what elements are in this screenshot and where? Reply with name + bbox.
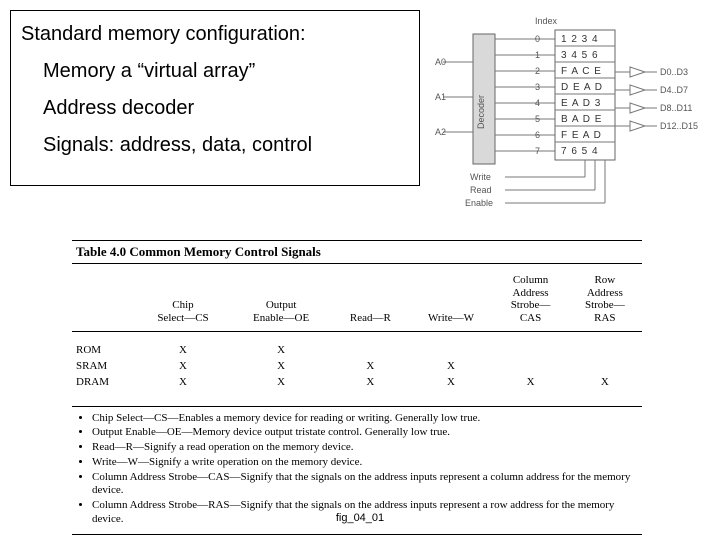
cell: X	[136, 358, 230, 374]
idx-5: 5	[535, 114, 540, 124]
cell: X	[230, 342, 332, 358]
mem-row-5: B A D E	[561, 114, 602, 125]
addr-a1: A1	[435, 92, 446, 102]
cell-label: ROM	[72, 342, 136, 358]
th-ras: RowAddressStrobe—RAS	[568, 264, 642, 331]
ctrl-enable: Enable	[465, 198, 493, 208]
idx-6: 6	[535, 130, 540, 140]
cell: X	[409, 374, 494, 390]
cell-label: SRAM	[72, 358, 136, 374]
cell: X	[493, 374, 567, 390]
ctrl-read: Read	[470, 185, 492, 195]
idx-4: 4	[535, 98, 540, 108]
note-item: Write—W—Signify a write operation on the…	[92, 456, 640, 470]
memory-diagram: Decoder A0 A1 A2 Index 0 1 2 3 4 5 6 7 1…	[435, 12, 705, 217]
cell: X	[230, 358, 332, 374]
cell	[568, 358, 642, 374]
cell: X	[409, 358, 494, 374]
cell	[332, 342, 408, 358]
idx-0: 0	[535, 34, 540, 44]
index-label: Index	[535, 16, 558, 26]
dout-1: D4..D7	[660, 85, 688, 95]
note-item: Read—R—Signify a read operation on the m…	[92, 441, 640, 455]
intro-text-box: Standard memory configuration: Memory a …	[10, 10, 420, 186]
mem-row-1: 3 4 5 6	[561, 50, 599, 61]
th-r: Read—R	[332, 264, 408, 331]
cell	[409, 342, 494, 358]
cell: X	[136, 342, 230, 358]
cell-label: DRAM	[72, 374, 136, 390]
idx-2: 2	[535, 66, 540, 76]
intro-bullet-1: Memory a “virtual array”	[43, 60, 409, 83]
cell	[568, 342, 642, 358]
dout-0: D0..D3	[660, 67, 688, 77]
intro-title: Standard memory configuration:	[21, 23, 409, 46]
note-item: Column Address Strobe—CAS—Signify that t…	[92, 471, 640, 499]
memory-diagram-svg: Decoder A0 A1 A2 Index 0 1 2 3 4 5 6 7 1…	[435, 12, 705, 212]
table-row: SRAM X X X X	[72, 358, 642, 374]
mem-row-4: E A D 3	[561, 98, 601, 109]
idx-1: 1	[535, 50, 540, 60]
figure-caption: fig_04_01	[0, 512, 720, 524]
cell: X	[230, 374, 332, 390]
th-cas: ColumnAddressStrobe—CAS	[493, 264, 567, 331]
th-w: Write—W	[409, 264, 494, 331]
mem-row-7: 7 6 5 4	[561, 146, 599, 157]
table-row: ROM X X	[72, 342, 642, 358]
addr-a2: A2	[435, 127, 446, 137]
th-blank	[72, 264, 136, 331]
ctrl-write: Write	[470, 172, 491, 182]
mem-row-3: D E A D	[561, 82, 603, 93]
intro-bullet-3: Signals: address, data, control	[43, 134, 409, 157]
cell: X	[136, 374, 230, 390]
mem-row-2: F A C E	[561, 66, 602, 77]
note-item: Chip Select—CS—Enables a memory device f…	[92, 412, 640, 426]
intro-bullet-2: Address decoder	[43, 97, 409, 120]
th-cs: ChipSelect—CS	[136, 264, 230, 331]
cell: X	[332, 358, 408, 374]
cell	[493, 358, 567, 374]
signals-table: ChipSelect—CS OutputEnable—OE Read—R Wri…	[72, 264, 642, 400]
cell	[493, 342, 567, 358]
decoder-label: Decoder	[476, 95, 486, 129]
idx-3: 3	[535, 82, 540, 92]
cell: X	[568, 374, 642, 390]
table-row: DRAM X X X X X X	[72, 374, 642, 390]
dout-3: D12..D15	[660, 121, 698, 131]
note-item: Output Enable—OE—Memory device output tr…	[92, 426, 640, 440]
cell: X	[332, 374, 408, 390]
idx-7: 7	[535, 146, 540, 156]
addr-a0: A0	[435, 57, 446, 67]
table-header-row: ChipSelect—CS OutputEnable—OE Read—R Wri…	[72, 264, 642, 331]
table-title: Table 4.0 Common Memory Control Signals	[72, 240, 642, 264]
signals-table-wrap: Table 4.0 Common Memory Control Signals …	[72, 240, 642, 535]
dout-2: D8..D11	[660, 103, 692, 113]
th-oe: OutputEnable—OE	[230, 264, 332, 331]
mem-row-0: 1 2 3 4	[561, 34, 599, 45]
mem-row-6: F E A D	[561, 130, 602, 141]
